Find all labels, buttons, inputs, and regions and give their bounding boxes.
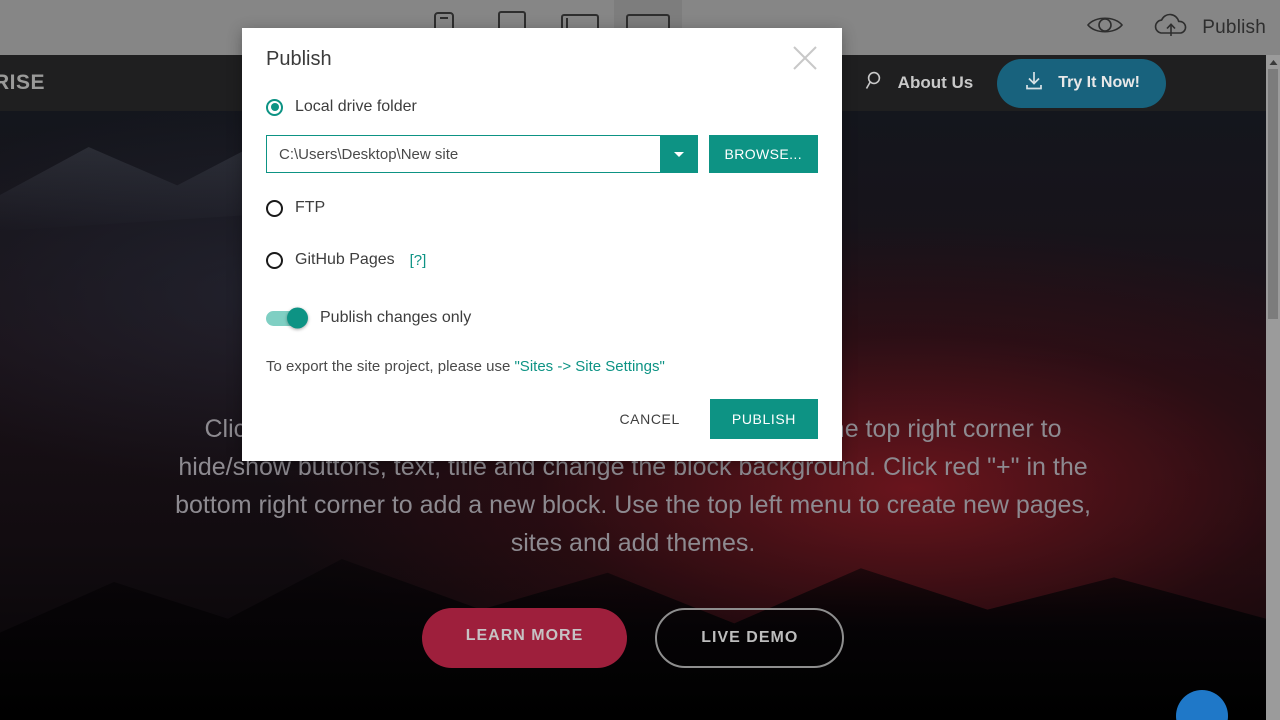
chevron-down-icon — [673, 145, 685, 163]
modal-overlay: Publish Local drive folder C:\Users\Desk… — [0, 0, 1280, 720]
radio-github-label: GitHub Pages — [295, 251, 395, 268]
toggle-knob — [287, 307, 308, 329]
close-icon[interactable] — [788, 41, 822, 75]
export-note-text: To export the site project, please use — [266, 358, 515, 375]
path-input[interactable] — [266, 135, 660, 173]
radio-option-github-pages[interactable]: GitHub Pages [?] — [266, 243, 818, 277]
site-settings-link[interactable]: "Sites -> Site Settings" — [514, 358, 664, 375]
radio-local-drive-indicator[interactable] — [266, 98, 283, 116]
export-note: To export the site project, please use "… — [266, 358, 818, 375]
dialog-actions: CANCEL PUBLISH — [266, 399, 818, 439]
radio-option-local-drive[interactable]: Local drive folder — [266, 90, 818, 124]
cancel-button[interactable]: CANCEL — [605, 400, 693, 438]
editor-window: RISE About Us Try It Now! Click top righ… — [0, 0, 1280, 720]
publish-changes-only-row[interactable]: Publish changes only — [266, 306, 818, 330]
dialog-title: Publish — [266, 47, 332, 70]
path-dropdown-button[interactable] — [659, 135, 698, 173]
publish-changes-only-label: Publish changes only — [320, 309, 472, 326]
dialog-header: Publish — [266, 28, 818, 90]
browse-button[interactable]: BROWSE... — [708, 135, 818, 173]
publish-changes-only-toggle[interactable] — [266, 307, 308, 329]
path-selector-row: BROWSE... — [266, 135, 818, 173]
github-help-link[interactable]: [?] — [410, 252, 427, 269]
radio-local-drive-label: Local drive folder — [295, 98, 417, 115]
publish-button[interactable]: PUBLISH — [709, 399, 818, 439]
publish-dialog: Publish Local drive folder C:\Users\Desk… — [242, 28, 842, 461]
radio-ftp-label: FTP — [295, 199, 326, 216]
radio-ftp-indicator[interactable] — [266, 199, 283, 217]
radio-option-ftp[interactable]: FTP — [266, 191, 818, 225]
radio-github-indicator[interactable] — [266, 251, 283, 269]
